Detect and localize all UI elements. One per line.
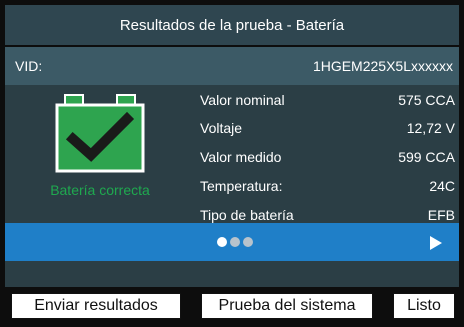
result-value: EFB xyxy=(427,207,455,223)
result-row-nominal: Valor nominal 575 CCA xyxy=(200,87,455,113)
result-row-measured: Valor medido 599 CCA xyxy=(200,144,455,170)
system-test-button[interactable]: Prueba del sistema xyxy=(201,293,373,319)
result-label: Temperatura: xyxy=(200,178,283,194)
done-button[interactable]: Listo xyxy=(393,293,455,319)
page-dots xyxy=(217,237,253,247)
result-row-voltage: Voltaje 12,72 V xyxy=(200,115,455,141)
send-results-button[interactable]: Enviar resultados xyxy=(11,293,181,319)
result-label: Voltaje xyxy=(200,120,243,136)
page-title: Resultados de la prueba - Batería xyxy=(5,5,459,47)
result-value: 599 CCA xyxy=(398,149,455,165)
vid-value: 1HGEM225X5Lxxxxxx xyxy=(312,58,453,74)
vid-label: VID: xyxy=(15,58,43,74)
page-indicator-bar xyxy=(5,223,459,261)
play-arrow-icon[interactable] xyxy=(429,235,443,251)
result-label: Valor nominal xyxy=(200,92,285,108)
result-value: 575 CCA xyxy=(398,92,455,108)
page-dot-3[interactable] xyxy=(243,237,253,247)
battery-status-text: Batería correcta xyxy=(50,182,150,198)
result-row-temperature: Temperatura: 24C xyxy=(200,173,455,199)
result-value: 24C xyxy=(429,178,455,194)
page-dot-1[interactable] xyxy=(217,237,227,247)
result-label: Valor medido xyxy=(200,149,282,165)
result-label: Tipo de batería xyxy=(200,207,294,223)
page-title-text: Resultados de la prueba - Batería xyxy=(119,16,345,34)
vid-row: VID: 1HGEM225X5Lxxxxxx xyxy=(5,47,459,85)
action-bar: Enviar resultados Prueba del sistema Lis… xyxy=(0,287,464,327)
battery-check-icon xyxy=(55,94,145,173)
page-dot-2[interactable] xyxy=(230,237,240,247)
results-panel: Batería correcta Valor nominal 575 CCA V… xyxy=(5,85,459,223)
result-value: 12,72 V xyxy=(406,120,455,136)
